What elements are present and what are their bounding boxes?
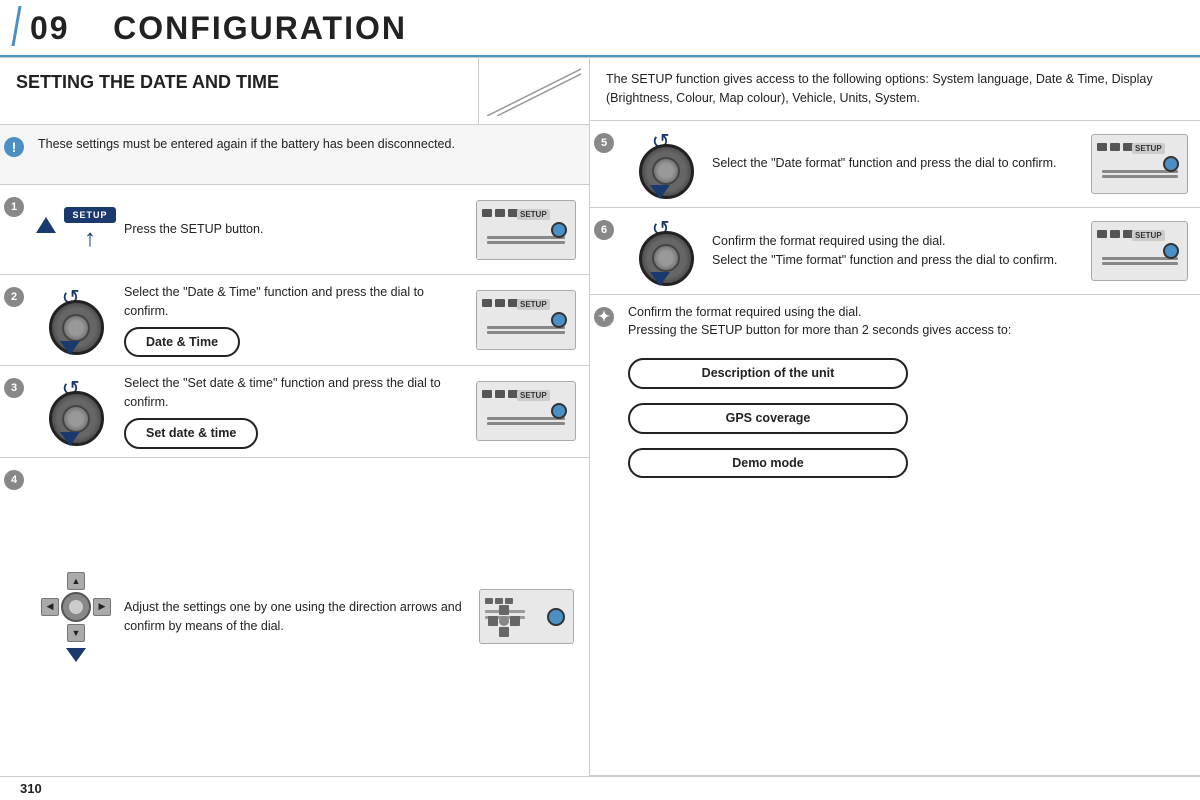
step-image-1: SETUP [471, 196, 581, 264]
section-title: SETTING THE DATE AND TIME [16, 72, 462, 94]
pill-demo-mode: Demo mode [628, 448, 908, 479]
alert-row: ! These settings must be entered again i… [0, 125, 589, 185]
step-num-1: 1 [0, 185, 28, 274]
main-content: SETTING THE DATE AND TIME ! These settin… [0, 57, 1200, 776]
alert-text: These settings must be entered again if … [28, 125, 589, 184]
device-img-2: SETUP [476, 290, 576, 350]
page-footer: 310 [0, 776, 1200, 800]
step-text-6: Confirm the format required using the di… [712, 232, 1081, 270]
step-icon-6: ↺ [626, 216, 706, 286]
pill-description: Description of the unit [628, 358, 908, 389]
device-img-4 [479, 589, 574, 644]
setup-icon: SETUP ↑ [36, 207, 115, 253]
step-text-3: Select the "Set date & time" function an… [124, 374, 463, 448]
step-badge-4: 4 [4, 470, 24, 490]
step-row-6: 6 ↺ Confirm the format required usi [590, 208, 1200, 295]
right-column: The SETUP function gives access to the f… [590, 58, 1200, 776]
step-icon-4: ▲ ◀ ▶ ▼ [36, 572, 116, 662]
alert-num: ! [0, 125, 28, 184]
step-badge-1: 1 [4, 197, 24, 217]
step-icon-1: SETUP ↑ [36, 207, 116, 253]
step-row-2: 2 ↺ Select the "Date & Time" functi [0, 275, 589, 366]
step-content-3: ↺ Select the "Set date & time" function … [28, 366, 589, 456]
page-number: 310 [20, 781, 42, 796]
step-content-sun: Confirm the format required using the di… [618, 295, 1200, 487]
step-icon-2: ↺ [36, 285, 116, 355]
device-img-6: SETUP [1091, 221, 1188, 281]
chapter-number: 09 [30, 10, 70, 46]
step-image-3: SETUP [471, 377, 581, 445]
step-row-1: 1 SETUP ↑ [0, 185, 589, 275]
step-num-2: 2 [0, 275, 28, 365]
setup-button-label: SETUP [64, 207, 115, 223]
step-text-5: Select the "Date format" function and pr… [712, 154, 1081, 173]
chapter-title: CONFIGURATION [113, 10, 407, 46]
step-row-sun: ✦ Confirm the format required using the … [590, 295, 1200, 777]
step-content-4: ▲ ◀ ▶ ▼ [28, 458, 589, 777]
step-badge-5: 5 [594, 133, 614, 153]
step-image-4 [471, 585, 581, 648]
step-image-6: SETUP [1087, 217, 1192, 285]
step-text-4: Adjust the settings one by one using the… [124, 598, 463, 636]
step-row-3: 3 ↺ Select the "Set date & time" fu [0, 366, 589, 457]
step-content-2: ↺ Select the "Date & Time" function and … [28, 275, 589, 365]
step-text-1: Press the SETUP button. [124, 220, 463, 239]
device-img-5: SETUP [1091, 134, 1188, 194]
pill-date-time: Date & Time [124, 327, 240, 358]
step-num-3: 3 [0, 366, 28, 456]
step-num-5: 5 [590, 121, 618, 207]
step-badge-sun: ✦ [594, 307, 614, 327]
step-image-2: SETUP [471, 286, 581, 354]
right-section-desc: The SETUP function gives access to the f… [590, 58, 1200, 121]
step-badge-3: 3 [4, 378, 24, 398]
step-badge-6: 6 [594, 220, 614, 240]
left-column: SETTING THE DATE AND TIME ! These settin… [0, 58, 590, 776]
step-icon-3: ↺ [36, 376, 116, 446]
step-content-1: SETUP ↑ Press the SETUP button. SETUP [28, 185, 589, 274]
pill-set-date-time: Set date & time [124, 418, 258, 449]
page-header: 09 CONFIGURATION [0, 0, 1200, 57]
alert-badge: ! [4, 137, 24, 157]
step-content-6: ↺ Confirm the format required using the … [618, 208, 1200, 294]
left-section-header: SETTING THE DATE AND TIME [0, 58, 589, 125]
step-num-6: 6 [590, 208, 618, 294]
step-image-5: SETUP [1087, 130, 1192, 198]
step-badge-2: 2 [4, 287, 24, 307]
step-num-4: 4 [0, 458, 28, 777]
step-icon-5: ↺ [626, 129, 706, 199]
device-img-3: SETUP [476, 381, 576, 441]
device-img-1: SETUP [476, 200, 576, 260]
pill-gps-coverage: GPS coverage [628, 403, 908, 434]
step-text-2: Select the "Date & Time" function and pr… [124, 283, 463, 357]
page-wrapper: 09 CONFIGURATION SETTING THE DATE AND TI… [0, 0, 1200, 800]
page-title: 09 CONFIGURATION [20, 10, 407, 47]
section-divider-icon [487, 66, 581, 116]
step-row-5: 5 ↺ Select the "Date format" function an… [590, 121, 1200, 208]
step-content-5: ↺ Select the "Date format" function and … [618, 121, 1200, 207]
step-row-4: 4 ▲ ◀ [0, 458, 589, 777]
step-num-sun: ✦ [590, 295, 618, 335]
